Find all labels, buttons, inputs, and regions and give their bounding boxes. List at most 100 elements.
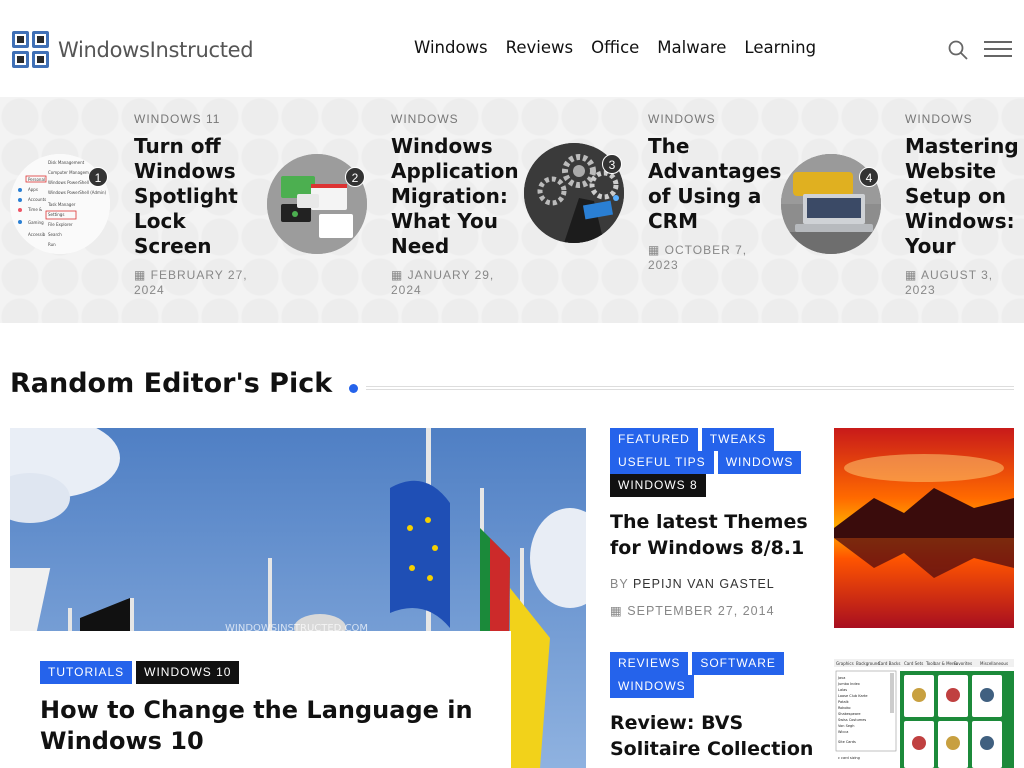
tag-windows[interactable]: WINDOWS: [610, 675, 694, 698]
svg-text:Von Segh: Von Segh: [838, 724, 854, 728]
author-link[interactable]: PEPIJN VAN GASTEL: [633, 577, 775, 591]
svg-text:Jumbo Index: Jumbo Index: [837, 682, 860, 686]
featured-slide[interactable]: 3 WINDOWS The Advantages of Using a CRM …: [514, 97, 781, 323]
svg-text:Personal: Personal: [28, 177, 45, 182]
side-pick-image[interactable]: Graphics Background Card Backs Card Sets To…: [834, 659, 1014, 768]
calendar-icon: ▦: [391, 268, 408, 282]
slide-date: ▦ JANUARY 29, 2024: [391, 268, 495, 297]
tag-software[interactable]: SOFTWARE: [692, 652, 784, 675]
side-pick-tags: WINDOWS: [610, 675, 820, 698]
svg-text:Card Backs: Card Backs: [878, 661, 900, 666]
tag-windows[interactable]: WINDOWS: [717, 451, 802, 474]
tag-reviews[interactable]: REVIEWS: [610, 652, 689, 675]
svg-text:Miscellaneous: Miscellaneous: [980, 661, 1008, 666]
svg-text:Lalas: Lalas: [838, 688, 847, 692]
featured-slide[interactable]: Disk Management Computer Management Wind…: [0, 97, 260, 323]
slide-date: ▦ AUGUST 3, 2023: [905, 268, 994, 297]
slide-category[interactable]: WINDOWS 11: [134, 112, 220, 126]
svg-text:Shakespeare: Shakespeare: [838, 712, 861, 716]
svg-text:Task Manager: Task Manager: [47, 202, 76, 207]
featured-slide[interactable]: 2 WINDOWS Windows Application Migration:…: [257, 97, 519, 323]
svg-text:Disk Management: Disk Management: [48, 160, 85, 165]
hamburger-menu-icon[interactable]: [984, 41, 1012, 59]
side-pick-title[interactable]: The latest Themes for Windows 8/8.1: [610, 509, 810, 561]
tag-windows-10[interactable]: WINDOWS 10: [136, 661, 240, 684]
slide-title[interactable]: Windows Application Migration: What You …: [391, 134, 519, 259]
svg-text:Run: Run: [48, 242, 56, 247]
slide-title[interactable]: The Advantages of Using a CRM: [648, 134, 781, 234]
slide-title[interactable]: Mastering Website Setup on Windows: Your: [905, 134, 1024, 261]
side-pick-tags: REVIEWS SOFTWARE: [610, 652, 820, 675]
featured-slide[interactable]: 4 WINDOWS Mastering Website Setup on Win…: [771, 97, 1024, 323]
svg-text:Background: Background: [856, 661, 880, 666]
tag-windows-8[interactable]: WINDOWS 8: [610, 474, 706, 497]
svg-text:Java: Java: [837, 676, 845, 680]
main-pick-card: TUTORIALS WINDOWS 10 How to Change the La…: [10, 631, 511, 768]
main-nav: Windows Reviews Office Malware Learning: [414, 38, 816, 57]
svg-text:File Explorer: File Explorer: [48, 222, 73, 227]
search-icon[interactable]: [948, 40, 968, 60]
slide-category[interactable]: WINDOWS: [648, 112, 716, 126]
side-pick-tags: USEFUL TIPS WINDOWS: [610, 451, 820, 474]
slide-category[interactable]: WINDOWS: [905, 112, 973, 126]
author-meta: BY PEPIJN VAN GASTEL: [610, 577, 820, 591]
side-pick-tags: FEATURED TWEAKS: [610, 428, 820, 451]
side-pick-image[interactable]: [834, 428, 1014, 628]
site-logo[interactable]: WindowsInstructed: [12, 31, 254, 68]
tag-tweaks[interactable]: TWEAKS: [701, 428, 775, 451]
svg-text:Favorites: Favorites: [954, 661, 972, 666]
calendar-icon: ▦: [610, 604, 628, 618]
side-pick-tags: WINDOWS 8: [610, 474, 820, 497]
svg-text:Card Sets: Card Sets: [904, 661, 923, 666]
nav-windows[interactable]: Windows: [414, 38, 488, 57]
site-header: WindowsInstructed Windows Reviews Office…: [0, 0, 1024, 97]
svg-text:Time &: Time &: [27, 207, 42, 212]
slide-number: 4: [859, 167, 879, 187]
svg-text:Accessib: Accessib: [28, 232, 46, 237]
side-pick-item: REVIEWS SOFTWARE WINDOWS Review: BVS Sol…: [610, 652, 820, 762]
section-divider: [366, 386, 1014, 390]
nav-office[interactable]: Office: [591, 38, 639, 57]
slide-number: 1: [88, 167, 108, 187]
slide-number: 2: [345, 167, 365, 187]
logo-text[interactable]: WindowsInstructed: [58, 38, 254, 62]
featured-carousel: Disk Management Computer Management Wind…: [0, 97, 1024, 323]
calendar-icon: ▦: [905, 268, 922, 282]
side-pick-item: FEATURED TWEAKS USEFUL TIPS WINDOWS WIND…: [610, 428, 820, 618]
slide-number: 3: [602, 154, 622, 174]
main-pick-tags: TUTORIALS WINDOWS 10: [40, 661, 243, 684]
tag-useful-tips[interactable]: USEFUL TIPS: [610, 451, 714, 474]
main-pick-title[interactable]: How to Change the Language in Windows 10: [40, 695, 480, 757]
svg-text:Gaming: Gaming: [28, 220, 44, 225]
svg-text:c card sizing: c card sizing: [838, 756, 860, 760]
section-dot: [349, 384, 358, 393]
svg-text:Rokoko: Rokoko: [838, 706, 851, 710]
svg-text:Windows PowerShell: Windows PowerShell: [48, 180, 89, 185]
svg-text:Accounts: Accounts: [28, 197, 46, 202]
svg-text:Loose Club Karte: Loose Club Karte: [838, 694, 868, 698]
slide-category[interactable]: WINDOWS: [391, 112, 459, 126]
svg-text:Windows PowerShell (Admin): Windows PowerShell (Admin): [48, 190, 107, 195]
svg-text:Site Cards: Site Cards: [838, 740, 856, 744]
svg-text:Toolbar & Menu: Toolbar & Menu: [925, 661, 958, 666]
by-label: BY: [610, 577, 629, 591]
calendar-icon: ▦: [134, 268, 151, 282]
svg-text:Graphics: Graphics: [836, 661, 854, 666]
logo-icon: [12, 31, 49, 68]
nav-reviews[interactable]: Reviews: [506, 38, 573, 57]
slide-title[interactable]: Turn off Windows Spotlight Lock Screen: [134, 134, 254, 259]
slide-date: ▦ FEBRUARY 27, 2024: [134, 268, 248, 297]
nav-malware[interactable]: Malware: [657, 38, 726, 57]
svg-text:Apps: Apps: [28, 187, 38, 192]
side-pick-title[interactable]: Review: BVS Solitaire Collection: [610, 710, 815, 762]
tag-tutorials[interactable]: TUTORIALS: [40, 661, 133, 684]
svg-text:Settings: Settings: [48, 212, 64, 217]
section-title: Random Editor's Pick: [10, 368, 333, 399]
calendar-icon: ▦: [648, 243, 665, 257]
svg-text:Swiss Costumes: Swiss Costumes: [838, 718, 866, 722]
tag-featured[interactable]: FEATURED: [610, 428, 698, 451]
nav-learning[interactable]: Learning: [744, 38, 816, 57]
svg-text:Search: Search: [48, 232, 62, 237]
svg-text:Patalk: Patalk: [838, 700, 850, 704]
date-meta: ▦ SEPTEMBER 27, 2014: [610, 604, 775, 618]
